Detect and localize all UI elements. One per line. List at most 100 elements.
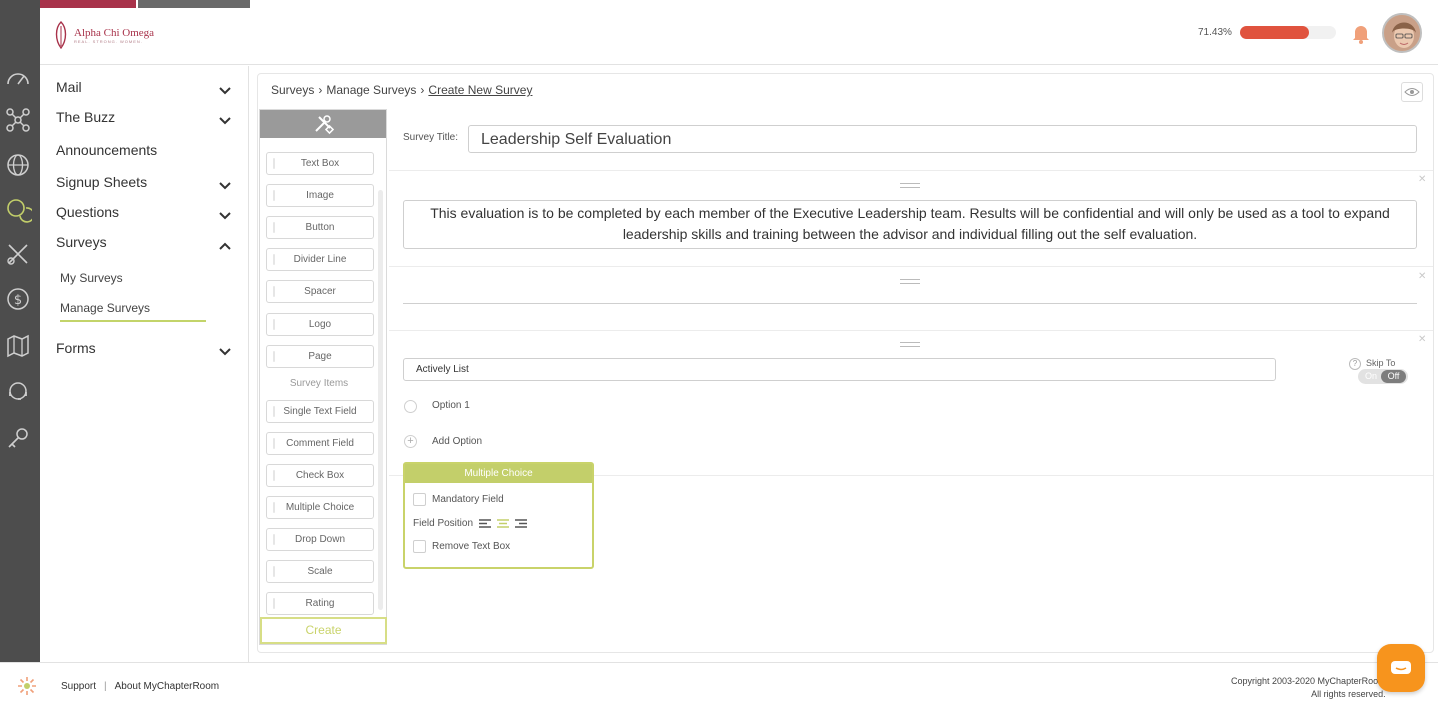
footer-links: Support | About MyChapterRoom (61, 681, 219, 692)
tool-rating[interactable]: Rating (266, 592, 374, 615)
mandatory-field-row: Mandatory Field (413, 493, 504, 506)
remove-text-box-checkbox[interactable] (413, 540, 426, 553)
drag-handle-icon[interactable] (900, 342, 920, 347)
app-header: Alpha Chi Omega REAL. STRONG. WOMEN. 71.… (40, 8, 1438, 65)
globe-icon[interactable] (4, 151, 32, 179)
palette-scrollbar[interactable] (378, 190, 383, 610)
close-icon[interactable]: ✕ (1418, 174, 1426, 185)
chevron-down-icon[interactable] (218, 181, 232, 191)
mandatory-field-checkbox[interactable] (413, 493, 426, 506)
tool-divider-line[interactable]: Divider Line (266, 248, 374, 271)
active-underline (60, 320, 206, 322)
chat-button[interactable] (1377, 644, 1425, 692)
survey-items-label: Survey Items (289, 378, 349, 389)
help-icon[interactable]: ? (1349, 358, 1361, 370)
chevron-down-icon[interactable] (218, 347, 232, 357)
field-position-row: Field Position (413, 518, 528, 529)
tool-multiple-choice[interactable]: Multiple Choice (266, 496, 374, 519)
tool-palette: Text Box Image Button Divider Line Space… (259, 109, 387, 645)
svg-text:$: $ (14, 293, 22, 308)
add-option-link[interactable]: Add Option (432, 436, 482, 447)
progress-percent: 71.43% (1198, 27, 1232, 38)
about-link[interactable]: About MyChapterRoom (115, 681, 220, 692)
avatar[interactable] (1382, 13, 1422, 53)
bell-icon[interactable] (1350, 22, 1372, 44)
sidebar-item-questions[interactable]: Questions (56, 204, 119, 220)
breadcrumb-create-new-survey[interactable]: Create New Survey (428, 83, 532, 97)
breadcrumb: Surveys › Manage Surveys › Create New Su… (271, 83, 532, 97)
breadcrumb-surveys[interactable]: Surveys (271, 83, 314, 97)
map-icon[interactable] (4, 331, 32, 359)
tool-logo[interactable]: Logo (266, 313, 374, 336)
remove-text-box-label: Remove Text Box (432, 541, 511, 552)
survey-title-input[interactable]: Leadership Self Evaluation (468, 125, 1417, 153)
eye-icon (1404, 88, 1420, 96)
tool-check-box[interactable]: Check Box (266, 464, 374, 487)
survey-title-label: Survey Title: (403, 132, 459, 143)
breadcrumb-manage-surveys[interactable]: Manage Surveys (326, 83, 416, 97)
drag-handle-icon[interactable] (900, 279, 920, 284)
palette-header (260, 110, 386, 138)
logo-title: Alpha Chi Omega (74, 26, 155, 39)
tool-comment-field[interactable]: Comment Field (266, 432, 374, 455)
progress-fill (1240, 26, 1309, 39)
chat-icon (1391, 661, 1411, 674)
top-tab-secondary (138, 0, 250, 8)
preview-button[interactable] (1401, 82, 1423, 102)
tool-drop-down[interactable]: Drop Down (266, 528, 374, 551)
align-right-icon[interactable] (515, 519, 528, 528)
tool-page[interactable]: Page (266, 345, 374, 368)
chat-bubbles-icon[interactable] (4, 196, 35, 224)
sidebar-subitem-manage-surveys[interactable]: Manage Surveys (60, 301, 150, 315)
drag-handle-icon[interactable] (900, 183, 920, 188)
tool-spacer[interactable]: Spacer (266, 280, 374, 303)
support-link[interactable]: Support (61, 681, 96, 692)
create-button[interactable]: Create (260, 617, 387, 644)
network-icon[interactable] (4, 106, 32, 134)
chevron-up-icon[interactable] (218, 241, 232, 251)
key-icon[interactable] (4, 424, 32, 452)
sidebar-subitem-my-surveys[interactable]: My Surveys (60, 271, 123, 285)
sidebar-item-signup-sheets[interactable]: Signup Sheets (56, 174, 147, 190)
support-icon[interactable] (4, 377, 32, 405)
skip-to-toggle[interactable]: On Off (1358, 369, 1408, 384)
divider-line-element[interactable] (403, 303, 1417, 304)
tool-text-box[interactable]: Text Box (266, 152, 374, 175)
close-icon[interactable]: ✕ (1418, 271, 1426, 282)
row-divider (389, 266, 1433, 267)
chevron-down-icon[interactable] (218, 86, 232, 96)
copyright-text: Copyright 2003-2020 MyChapterRoom All ri… (1231, 675, 1386, 701)
option-radio[interactable] (404, 400, 417, 413)
sidebar-item-mail[interactable]: Mail (56, 79, 82, 95)
sidebar-item-surveys[interactable]: Surveys (56, 234, 107, 250)
option-1-text[interactable]: Option 1 (432, 400, 470, 411)
tools-icon[interactable] (4, 240, 32, 268)
tool-scale[interactable]: Scale (266, 560, 374, 583)
align-center-icon[interactable] (497, 519, 510, 528)
sidebar-item-announcements[interactable]: Announcements (56, 142, 157, 158)
tool-button[interactable]: Button (266, 216, 374, 239)
footer: Support | About MyChapterRoom Copyright … (0, 662, 1438, 702)
description-text-box[interactable]: This evaluation is to be completed by ea… (403, 200, 1417, 249)
chevron-down-icon[interactable] (218, 116, 232, 126)
question-input[interactable]: Actively List (403, 358, 1276, 381)
breadcrumb-separator-icon: › (420, 83, 425, 97)
tool-image[interactable]: Image (266, 184, 374, 207)
sidebar-item-the-buzz[interactable]: The Buzz (56, 109, 115, 125)
mandatory-field-label: Mandatory Field (432, 494, 504, 505)
sidebar-item-forms[interactable]: Forms (56, 340, 96, 356)
close-icon[interactable]: ✕ (1418, 334, 1426, 345)
toggle-on-label: On (1365, 371, 1378, 381)
align-left-icon[interactable] (479, 519, 492, 528)
remove-text-box-row: Remove Text Box (413, 540, 510, 553)
brand-logo[interactable]: Alpha Chi Omega REAL. STRONG. WOMEN. (52, 20, 154, 50)
sidebar: Mail The Buzz Announcements Signup Sheet… (40, 66, 249, 662)
dollar-icon[interactable]: $ (4, 285, 32, 313)
chevron-down-icon[interactable] (218, 211, 232, 221)
tool-single-text-field[interactable]: Single Text Field (266, 400, 374, 423)
toggle-off-label: Off (1381, 370, 1406, 383)
add-option-icon[interactable]: + (404, 435, 417, 448)
mychapterroom-logo-icon[interactable] (16, 675, 38, 697)
field-position-label: Field Position (413, 518, 474, 529)
dashboard-icon[interactable] (4, 64, 32, 92)
